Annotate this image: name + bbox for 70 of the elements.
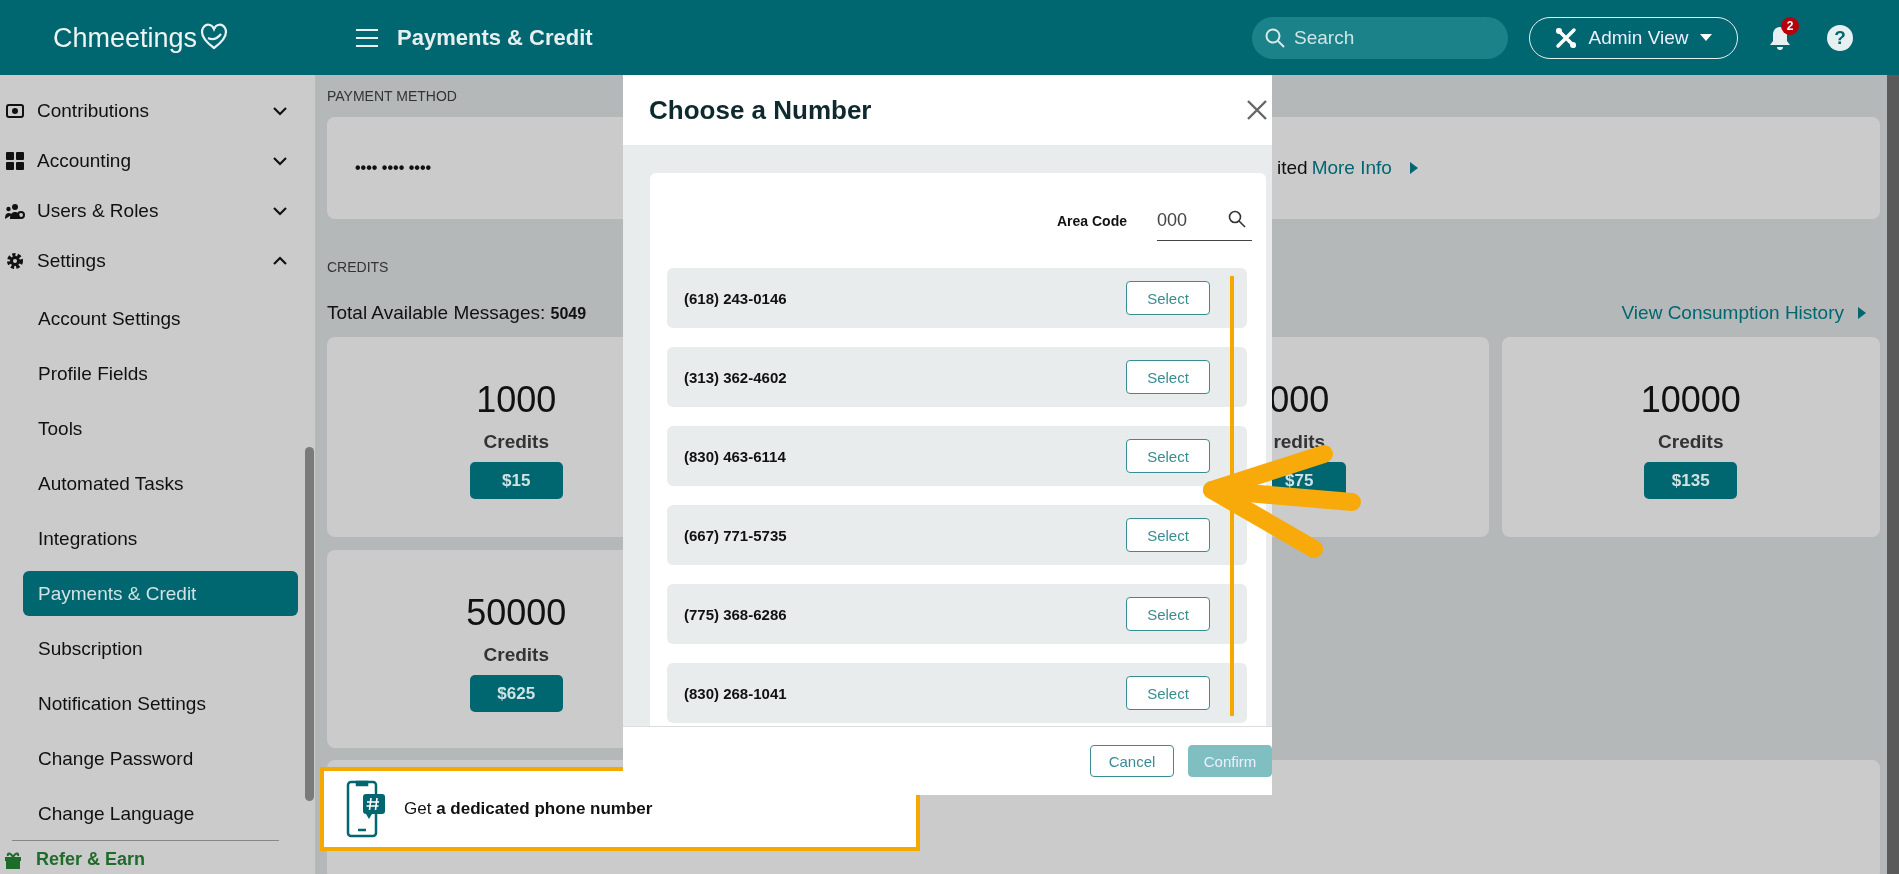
sub-nav-item[interactable]: Notification Settings bbox=[23, 681, 298, 726]
total-messages: Total Available Messages: 5049 bbox=[327, 302, 587, 324]
gear-icon bbox=[5, 252, 25, 270]
sub-nav-item[interactable]: Account Settings bbox=[23, 296, 298, 341]
caret-right-icon bbox=[1409, 162, 1418, 174]
credit-amount: 10000 bbox=[1640, 379, 1741, 421]
consumption-history-link[interactable]: View Consumption History bbox=[1621, 302, 1844, 324]
select-button[interactable]: Select bbox=[1126, 518, 1210, 552]
select-button[interactable]: Select bbox=[1126, 439, 1210, 473]
dialog-title: Choose a Number bbox=[649, 94, 873, 126]
section-heading: CREDITS bbox=[327, 259, 390, 276]
nav-item[interactable]: Users & Roles bbox=[0, 186, 315, 236]
card-number: •••• •••• •••• bbox=[354, 159, 433, 177]
phone-number: (618) 243-0146 bbox=[684, 289, 788, 307]
credit-unit: Credits bbox=[483, 644, 549, 666]
nav-item[interactable]: Accounting bbox=[0, 136, 315, 186]
phone-number: (775) 368-6286 bbox=[684, 605, 788, 623]
scrollbar[interactable] bbox=[1887, 75, 1899, 874]
heart-leaf-icon bbox=[199, 21, 230, 50]
phone-number: (313) 362-4602 bbox=[684, 368, 788, 386]
area-code-label: Area Code bbox=[1056, 213, 1127, 229]
price-button[interactable]: $135 bbox=[1644, 462, 1738, 499]
phone-number: (830) 268-1041 bbox=[684, 684, 788, 702]
caret-icon bbox=[1700, 33, 1713, 42]
promo-text: Get a dedicated phone number bbox=[404, 799, 653, 819]
select-button[interactable]: Select bbox=[1126, 281, 1210, 315]
price-button[interactable]: $625 bbox=[469, 675, 563, 712]
select-button[interactable]: Select bbox=[1126, 360, 1210, 394]
select-button[interactable]: Select bbox=[1126, 676, 1210, 710]
logo-text: Chmeetings bbox=[53, 22, 198, 54]
sub-nav-item[interactable]: Change Password bbox=[23, 736, 298, 781]
credit-amount: 1000 bbox=[476, 379, 557, 421]
phone-number: (830) 463-6114 bbox=[684, 447, 787, 465]
credit-amount: 000 bbox=[1269, 379, 1330, 421]
section-heading: PAYMENT METHOD bbox=[327, 88, 458, 105]
help-button[interactable]: ? bbox=[1827, 24, 1853, 51]
cancel-button[interactable]: Cancel bbox=[1090, 745, 1174, 777]
credit-unit: Credits bbox=[483, 431, 549, 453]
credit-unit: Credits bbox=[1658, 431, 1724, 453]
credit-unit: redits bbox=[1273, 431, 1326, 453]
sub-nav-item[interactable]: Profile Fields bbox=[23, 351, 298, 396]
nav-item[interactable]: Settings bbox=[0, 236, 315, 286]
banknote-icon bbox=[5, 104, 25, 118]
note-text: ited bbox=[1277, 157, 1308, 179]
scrollbar-thumb[interactable] bbox=[305, 447, 314, 801]
select-button[interactable]: Select bbox=[1126, 597, 1210, 631]
sub-nav-item[interactable]: Subscription bbox=[23, 626, 298, 671]
sub-nav-item[interactable]: Integrations bbox=[23, 516, 298, 561]
sub-nav-item[interactable]: Payments & Credit bbox=[23, 571, 298, 616]
menu-icon[interactable] bbox=[355, 27, 379, 48]
phone-number: (667) 771-5735 bbox=[684, 526, 788, 544]
search-icon bbox=[1228, 210, 1246, 228]
notification-badge: 2 bbox=[1781, 16, 1799, 35]
page-title: Payments & Credit bbox=[397, 24, 593, 51]
tools-icon bbox=[1554, 26, 1577, 49]
phone-icon bbox=[346, 780, 386, 838]
search-field[interactable]: Search bbox=[1252, 16, 1508, 59]
credit-amount: 50000 bbox=[466, 592, 567, 634]
nav-item[interactable]: Contributions bbox=[0, 86, 315, 136]
close-icon[interactable] bbox=[1246, 99, 1268, 121]
more-info-link[interactable]: More Info bbox=[1311, 157, 1392, 179]
sub-nav-item[interactable]: Automated Tasks bbox=[23, 461, 298, 506]
caret-right-icon bbox=[1858, 307, 1866, 319]
sub-nav-item[interactable]: Tools bbox=[23, 406, 298, 451]
refer-link[interactable]: Refer & Earn bbox=[36, 849, 146, 870]
users-icon bbox=[5, 203, 25, 219]
sub-nav-item[interactable]: Change Language bbox=[23, 791, 298, 836]
gift-icon bbox=[4, 850, 22, 869]
search-icon bbox=[1265, 27, 1285, 48]
price-button[interactable]: $15 bbox=[469, 462, 563, 499]
